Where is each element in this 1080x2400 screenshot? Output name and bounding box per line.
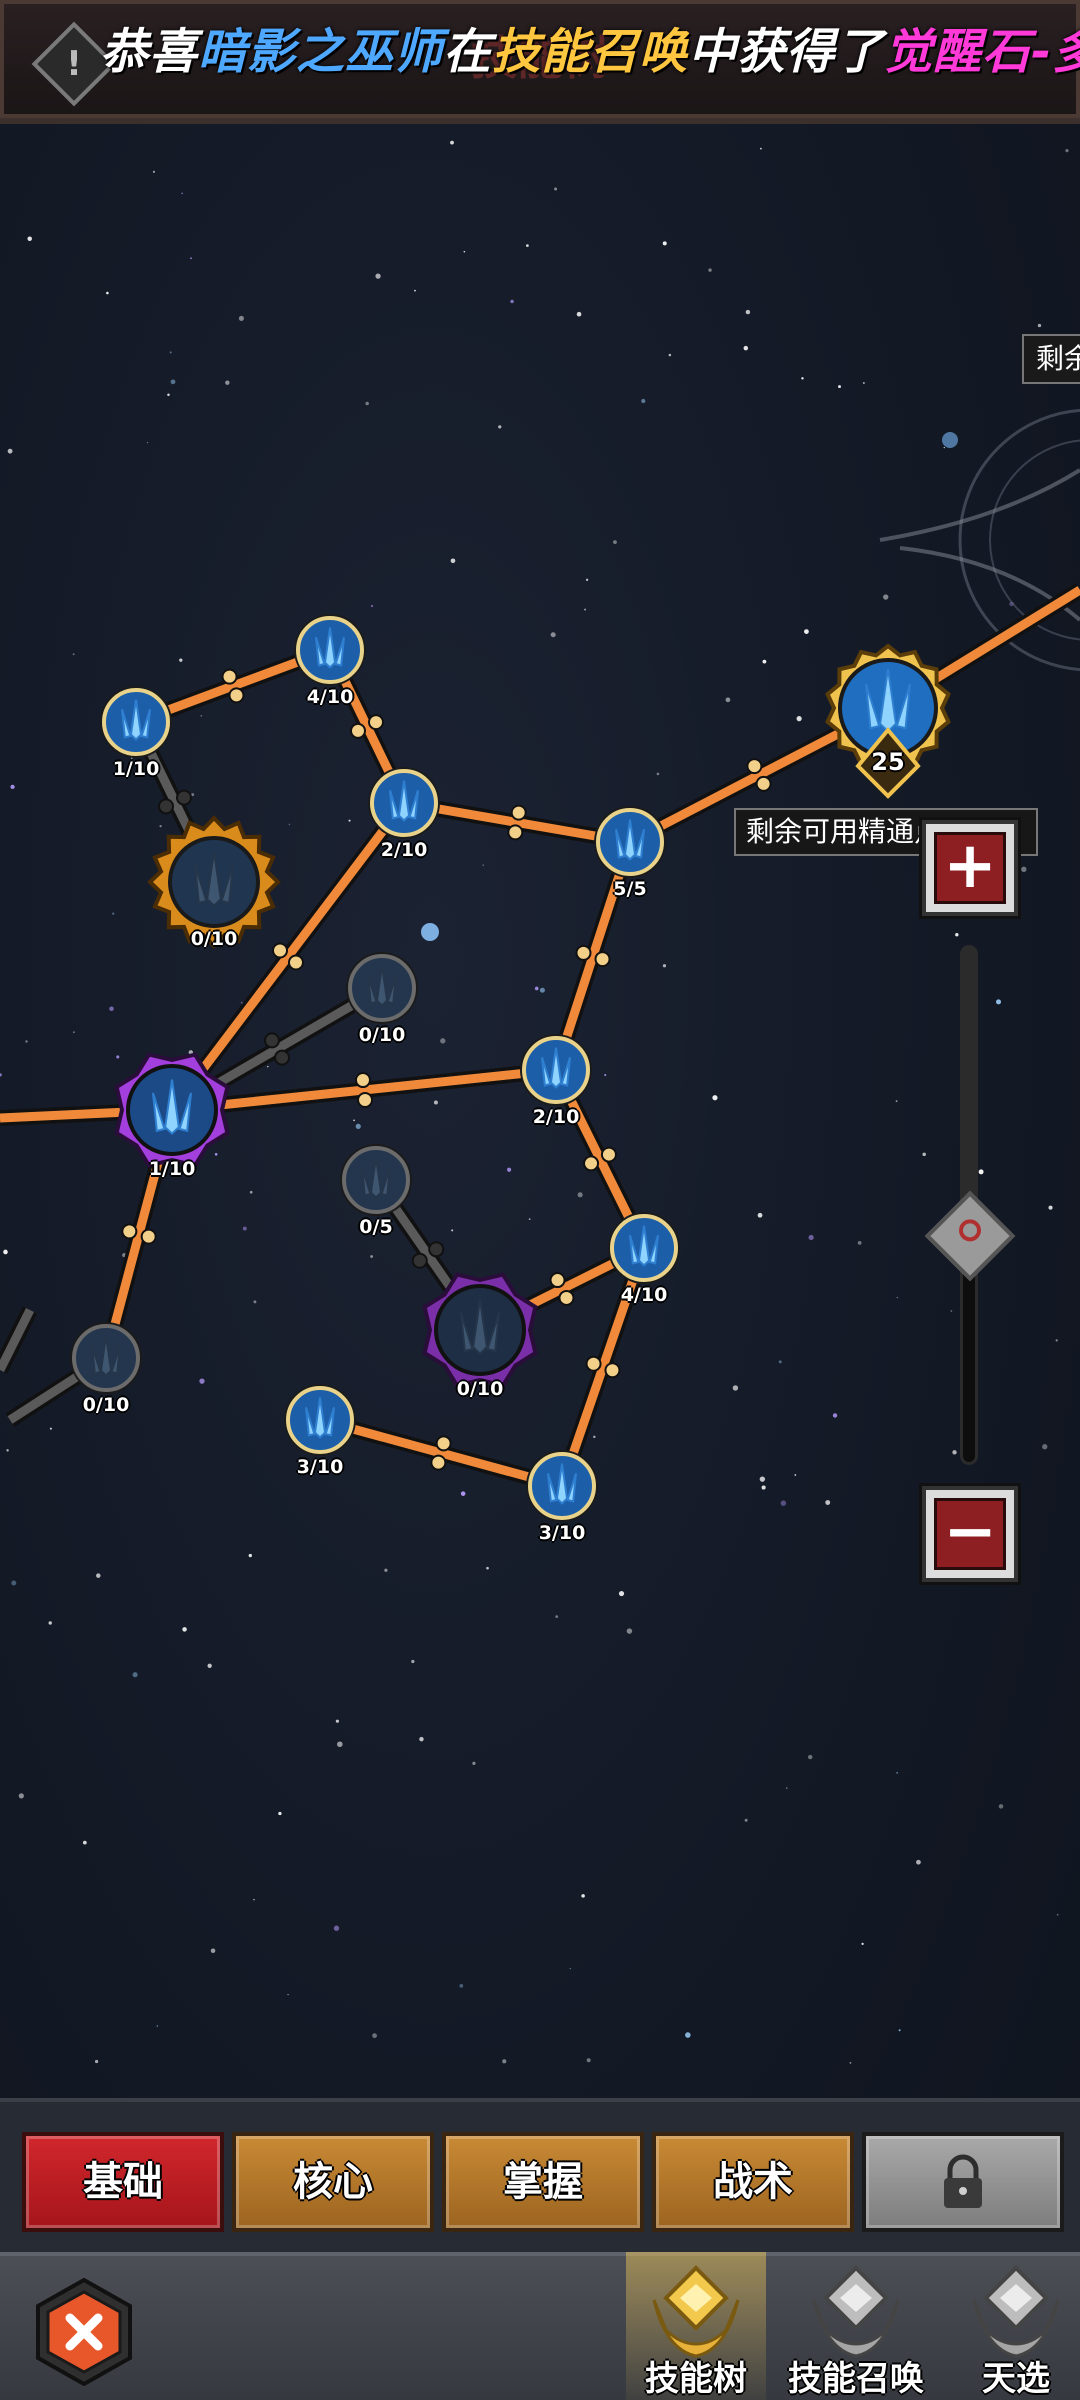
zoom-out-button[interactable]: − xyxy=(922,1486,1018,1582)
link-joint xyxy=(158,798,175,815)
link-joint xyxy=(428,1241,445,1258)
node-level-label: 0/10 xyxy=(190,928,238,950)
node-level-label: 0/10 xyxy=(358,1024,406,1046)
link-joint xyxy=(354,1072,371,1089)
link-joint xyxy=(274,1049,291,1066)
link-joint xyxy=(263,1032,280,1049)
node-level-label: 5/5 xyxy=(613,878,647,900)
node-level-label: 4/10 xyxy=(306,686,354,708)
skill-node[interactable] xyxy=(284,1384,356,1456)
link-joint xyxy=(121,1223,138,1240)
link-joint xyxy=(755,775,772,792)
minus-icon: − xyxy=(934,1498,1006,1570)
skill-link xyxy=(315,1415,567,1491)
nav-skill-summon[interactable]: 技能召唤 xyxy=(786,2252,926,2400)
skill-node[interactable] xyxy=(526,1450,598,1522)
skill-node[interactable] xyxy=(346,952,418,1024)
tab-basic[interactable]: 基础 xyxy=(22,2132,224,2232)
link-joint xyxy=(583,1155,600,1172)
node-level-label: 1/10 xyxy=(112,758,160,780)
link-joint xyxy=(604,1362,621,1379)
link-joint xyxy=(221,668,238,685)
broadcast-item: 觉醒石-多重射 xyxy=(884,24,1080,80)
broadcast-text: 在 xyxy=(443,24,493,80)
node-level-label: 0/10 xyxy=(82,1394,130,1416)
link-joint xyxy=(287,954,304,971)
skill-node[interactable] xyxy=(368,767,440,839)
broadcast-text: 恭喜 xyxy=(100,24,199,80)
broadcast-source: 技能召唤 xyxy=(492,24,689,80)
skill-node[interactable] xyxy=(340,1144,412,1216)
link-joint xyxy=(368,714,385,731)
link-joint xyxy=(510,804,527,821)
tab-label: 基础 xyxy=(83,2159,163,2205)
node-level-label: 4/10 xyxy=(620,1284,668,1306)
close-x-icon[interactable] xyxy=(30,2278,138,2386)
tab-locked[interactable] xyxy=(862,2132,1064,2232)
tab-label: 核心 xyxy=(293,2159,373,2205)
nav-label: 技能召唤 xyxy=(788,2359,924,2399)
link-joint xyxy=(575,944,592,961)
link-joint xyxy=(507,824,524,841)
link-joint xyxy=(357,1091,374,1108)
link-joint xyxy=(430,1454,447,1471)
skill-node[interactable] xyxy=(520,1034,592,1106)
link-joint xyxy=(558,1289,575,1306)
skill-tree-graph xyxy=(0,583,1080,1522)
link-joint xyxy=(600,1146,617,1163)
node-level-label: 2/10 xyxy=(532,1106,580,1128)
nav-chosen[interactable]: 天选 xyxy=(946,2252,1080,2400)
plus-icon: + xyxy=(934,832,1006,904)
tab-tactics[interactable]: 战术 xyxy=(652,2132,854,2232)
link-joint xyxy=(140,1228,157,1245)
node-level-label: 2/10 xyxy=(380,839,428,861)
tab-label: 掌握 xyxy=(503,2159,583,2205)
skill-tree-canvas[interactable]: 1/10 4/10 2/10 5/5 0/10 0/10 1/10 2/10 0/5 4/10 0/… xyxy=(0,0,1080,2400)
skill-node[interactable] xyxy=(608,1212,680,1284)
link-joint xyxy=(272,942,289,959)
remaining-label: 剩余 xyxy=(1022,334,1080,384)
top-banner: 技能树 ! 恭喜暗影之巫师在技能召唤中获得了觉醒石-多重射 xyxy=(0,0,1080,124)
link-joint xyxy=(435,1435,452,1452)
node-level-label: 3/10 xyxy=(538,1522,586,1544)
link-joint xyxy=(349,722,366,739)
link-joint xyxy=(746,758,763,775)
tab-core[interactable]: 核心 xyxy=(232,2132,434,2232)
skill-node[interactable] xyxy=(422,1272,538,1388)
skill-node[interactable] xyxy=(147,815,281,949)
skill-node[interactable] xyxy=(294,614,366,686)
broadcast-message: 恭喜暗影之巫师在技能召唤中获得了觉醒石-多重射 xyxy=(100,12,1080,82)
tab-mastery[interactable]: 掌握 xyxy=(442,2132,644,2232)
link-joint xyxy=(228,687,245,704)
link-joint xyxy=(594,951,611,968)
link-joint xyxy=(585,1355,602,1372)
nav-skill-tree[interactable]: 技能树 xyxy=(626,2252,766,2400)
node-level-label: 0/10 xyxy=(456,1378,504,1400)
nav-label: 技能树 xyxy=(645,2359,747,2399)
lock-icon xyxy=(944,2154,982,2208)
link-joint xyxy=(549,1272,566,1289)
node-level-label: 3/10 xyxy=(296,1456,344,1478)
zoom-in-button[interactable]: + xyxy=(922,820,1018,916)
broadcast-text: 中获得了 xyxy=(688,24,885,80)
nav-label: 天选 xyxy=(982,2359,1050,2399)
link-joint xyxy=(175,789,192,806)
skill-link xyxy=(0,1307,35,1373)
node-level-label: 1/10 xyxy=(148,1158,196,1180)
skill-node[interactable] xyxy=(594,806,666,878)
skill-node[interactable] xyxy=(100,686,172,758)
skill-node[interactable] xyxy=(70,1322,142,1394)
node-level-label: 0/5 xyxy=(359,1216,393,1238)
boss-node-count: 25 xyxy=(871,748,905,776)
link-joint xyxy=(411,1252,428,1269)
tab-label: 战术 xyxy=(713,2159,793,2205)
broadcast-player: 暗影之巫师 xyxy=(198,24,444,80)
